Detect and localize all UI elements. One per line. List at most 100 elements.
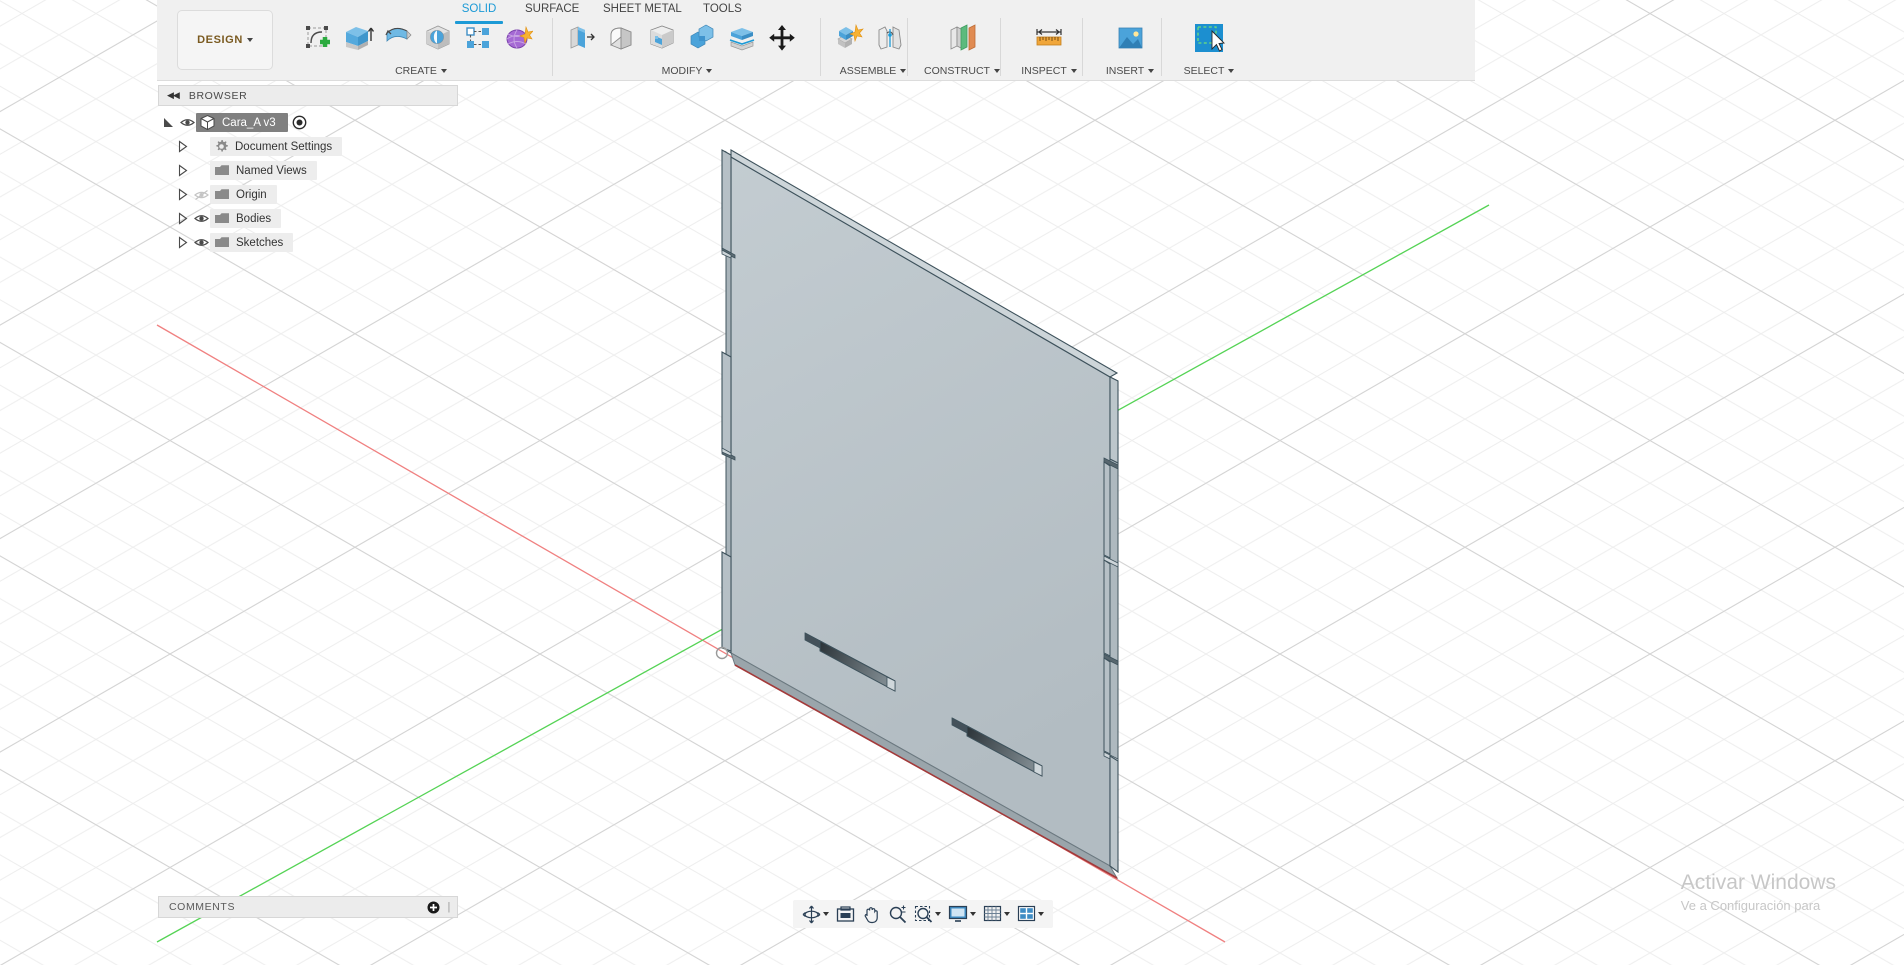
comments-resize-handle[interactable]: | [448,901,451,913]
panel-label-inspect[interactable]: INSPECT [1007,65,1091,77]
panel-divider [820,18,821,76]
tree-row-root[interactable]: Cara_A v3 [158,112,458,133]
add-comment-icon[interactable] [427,901,440,914]
panel-body[interactable] [715,149,1119,880]
folder-icon [214,164,230,177]
tree-item-label: Sketches [236,236,284,249]
visibility-eye-icon[interactable] [192,237,210,248]
comments-panel[interactable]: COMMENTS | [158,896,458,918]
zoom-window-icon[interactable] [911,902,944,926]
panel-divider [552,18,553,76]
ribbon-toolbar: DESIGN SOLID SURFACE SHEET METAL TOOLS C… [157,0,1475,81]
panel-create: CREATE [295,16,547,78]
tree-item-bodies[interactable]: Bodies [210,209,282,228]
insert-image-icon[interactable] [1111,18,1149,58]
tree-row-bodies[interactable]: Bodies [172,208,458,229]
tree-item-origin[interactable]: Origin [210,185,277,204]
workspace-label: DESIGN [197,34,243,46]
visibility-eye-off-icon[interactable] [192,189,210,201]
visibility-eye-icon[interactable] [178,117,196,128]
split-face-icon[interactable] [723,18,761,58]
display-settings-icon[interactable] [945,902,979,926]
fusion360-window: Activar Windows Ve a Configuración para … [0,0,1904,965]
tree-item-label: Origin [236,188,267,201]
zoom-icon[interactable] [885,902,910,926]
tree-item-label: Document Settings [235,140,333,153]
panel-modify: MODIFY [559,16,815,78]
tree-item-document-settings[interactable]: Document Settings [210,137,343,156]
view-navigation-bar [793,900,1053,928]
browser-title: BROWSER [188,89,248,102]
tab-solid[interactable]: SOLID [447,2,511,24]
panel-label-construct[interactable]: CONSTRUCT [914,65,1010,77]
shell-icon[interactable] [643,18,681,58]
expand-arrow-icon[interactable] [172,161,192,181]
workspace-switcher[interactable]: DESIGN [177,10,273,70]
panel-label-create[interactable]: CREATE [295,65,547,77]
tree-item-label: Named Views [236,164,307,177]
tree-item-named-views[interactable]: Named Views [210,161,317,180]
tree-root-label-wrap[interactable]: Cara_A v3 [196,113,288,132]
gear-icon [214,139,229,154]
measure-icon[interactable] [1030,18,1068,58]
pattern-icon[interactable] [459,18,497,58]
offset-plane-icon[interactable] [943,18,981,58]
tree-item-sketches[interactable]: Sketches [210,233,294,252]
panel-divider [1161,18,1162,76]
panel-label-select[interactable]: SELECT [1168,65,1250,77]
browser-tree: Cara_A v3 Document Settings Named Views … [158,106,458,253]
combine-icon[interactable] [683,18,721,58]
panel-label-modify[interactable]: MODIFY [559,65,815,77]
chevron-down-icon [823,912,829,916]
viewports-icon[interactable] [1014,902,1047,926]
pan-icon[interactable] [859,902,884,926]
orbit-icon[interactable] [799,902,832,926]
sphere-icon[interactable] [419,18,457,58]
press-pull-icon[interactable] [563,18,601,58]
folder-icon [214,188,230,201]
tree-row-document-settings[interactable]: Document Settings [172,136,458,157]
tree-row-sketches[interactable]: Sketches [172,232,458,253]
chevron-down-icon [706,69,713,74]
new-component-icon[interactable] [831,18,869,58]
chevron-down-icon [970,912,976,916]
visibility-eye-icon[interactable] [192,213,210,224]
chevron-down-icon [935,912,941,916]
panel-construct: CONSTRUCT [914,16,1010,78]
panel-label-insert[interactable]: INSERT [1089,65,1171,77]
chevron-down-icon [1148,69,1155,74]
tree-row-origin[interactable]: Origin [172,184,458,205]
expand-arrow-icon[interactable] [172,185,192,205]
select-window-icon[interactable] [1190,18,1228,58]
tab-surface[interactable]: SURFACE [511,2,589,20]
chevron-down-icon [1228,69,1235,74]
chevron-down-icon [1038,912,1044,916]
fit-icon[interactable] [833,902,858,926]
create-form-icon[interactable] [499,18,537,58]
expand-arrow-icon[interactable] [172,233,192,253]
panel-insert: INSERT [1089,16,1171,78]
joint-icon[interactable] [871,18,909,58]
tab-sheet-metal[interactable]: SHEET METAL [589,2,689,20]
create-sketch-icon[interactable] [299,18,337,58]
panel-select: SELECT [1168,16,1250,78]
fillet-icon[interactable] [603,18,641,58]
panel-label-assemble[interactable]: ASSEMBLE [827,65,919,77]
expand-arrow-icon[interactable] [172,209,192,229]
extrude-icon[interactable] [339,18,377,58]
panel-divider [907,18,908,76]
revolve-icon[interactable] [379,18,417,58]
chevron-down-icon [1070,69,1077,74]
tab-tools[interactable]: TOOLS [689,2,751,20]
grid-snaps-icon[interactable] [980,902,1013,926]
collapse-panel-icon[interactable]: ◀◀ [167,90,180,101]
ribbon-tabs: SOLID SURFACE SHEET METAL TOOLS [447,2,751,24]
expand-arrow-icon[interactable] [172,137,192,157]
move-copy-icon[interactable] [763,18,801,58]
activate-component-radio[interactable] [290,113,310,133]
tree-row-named-views[interactable]: Named Views [172,160,458,181]
chevron-down-icon [246,38,253,42]
chevron-down-icon [1004,912,1010,916]
expand-arrow-icon[interactable] [158,113,178,133]
component-icon [199,114,216,131]
